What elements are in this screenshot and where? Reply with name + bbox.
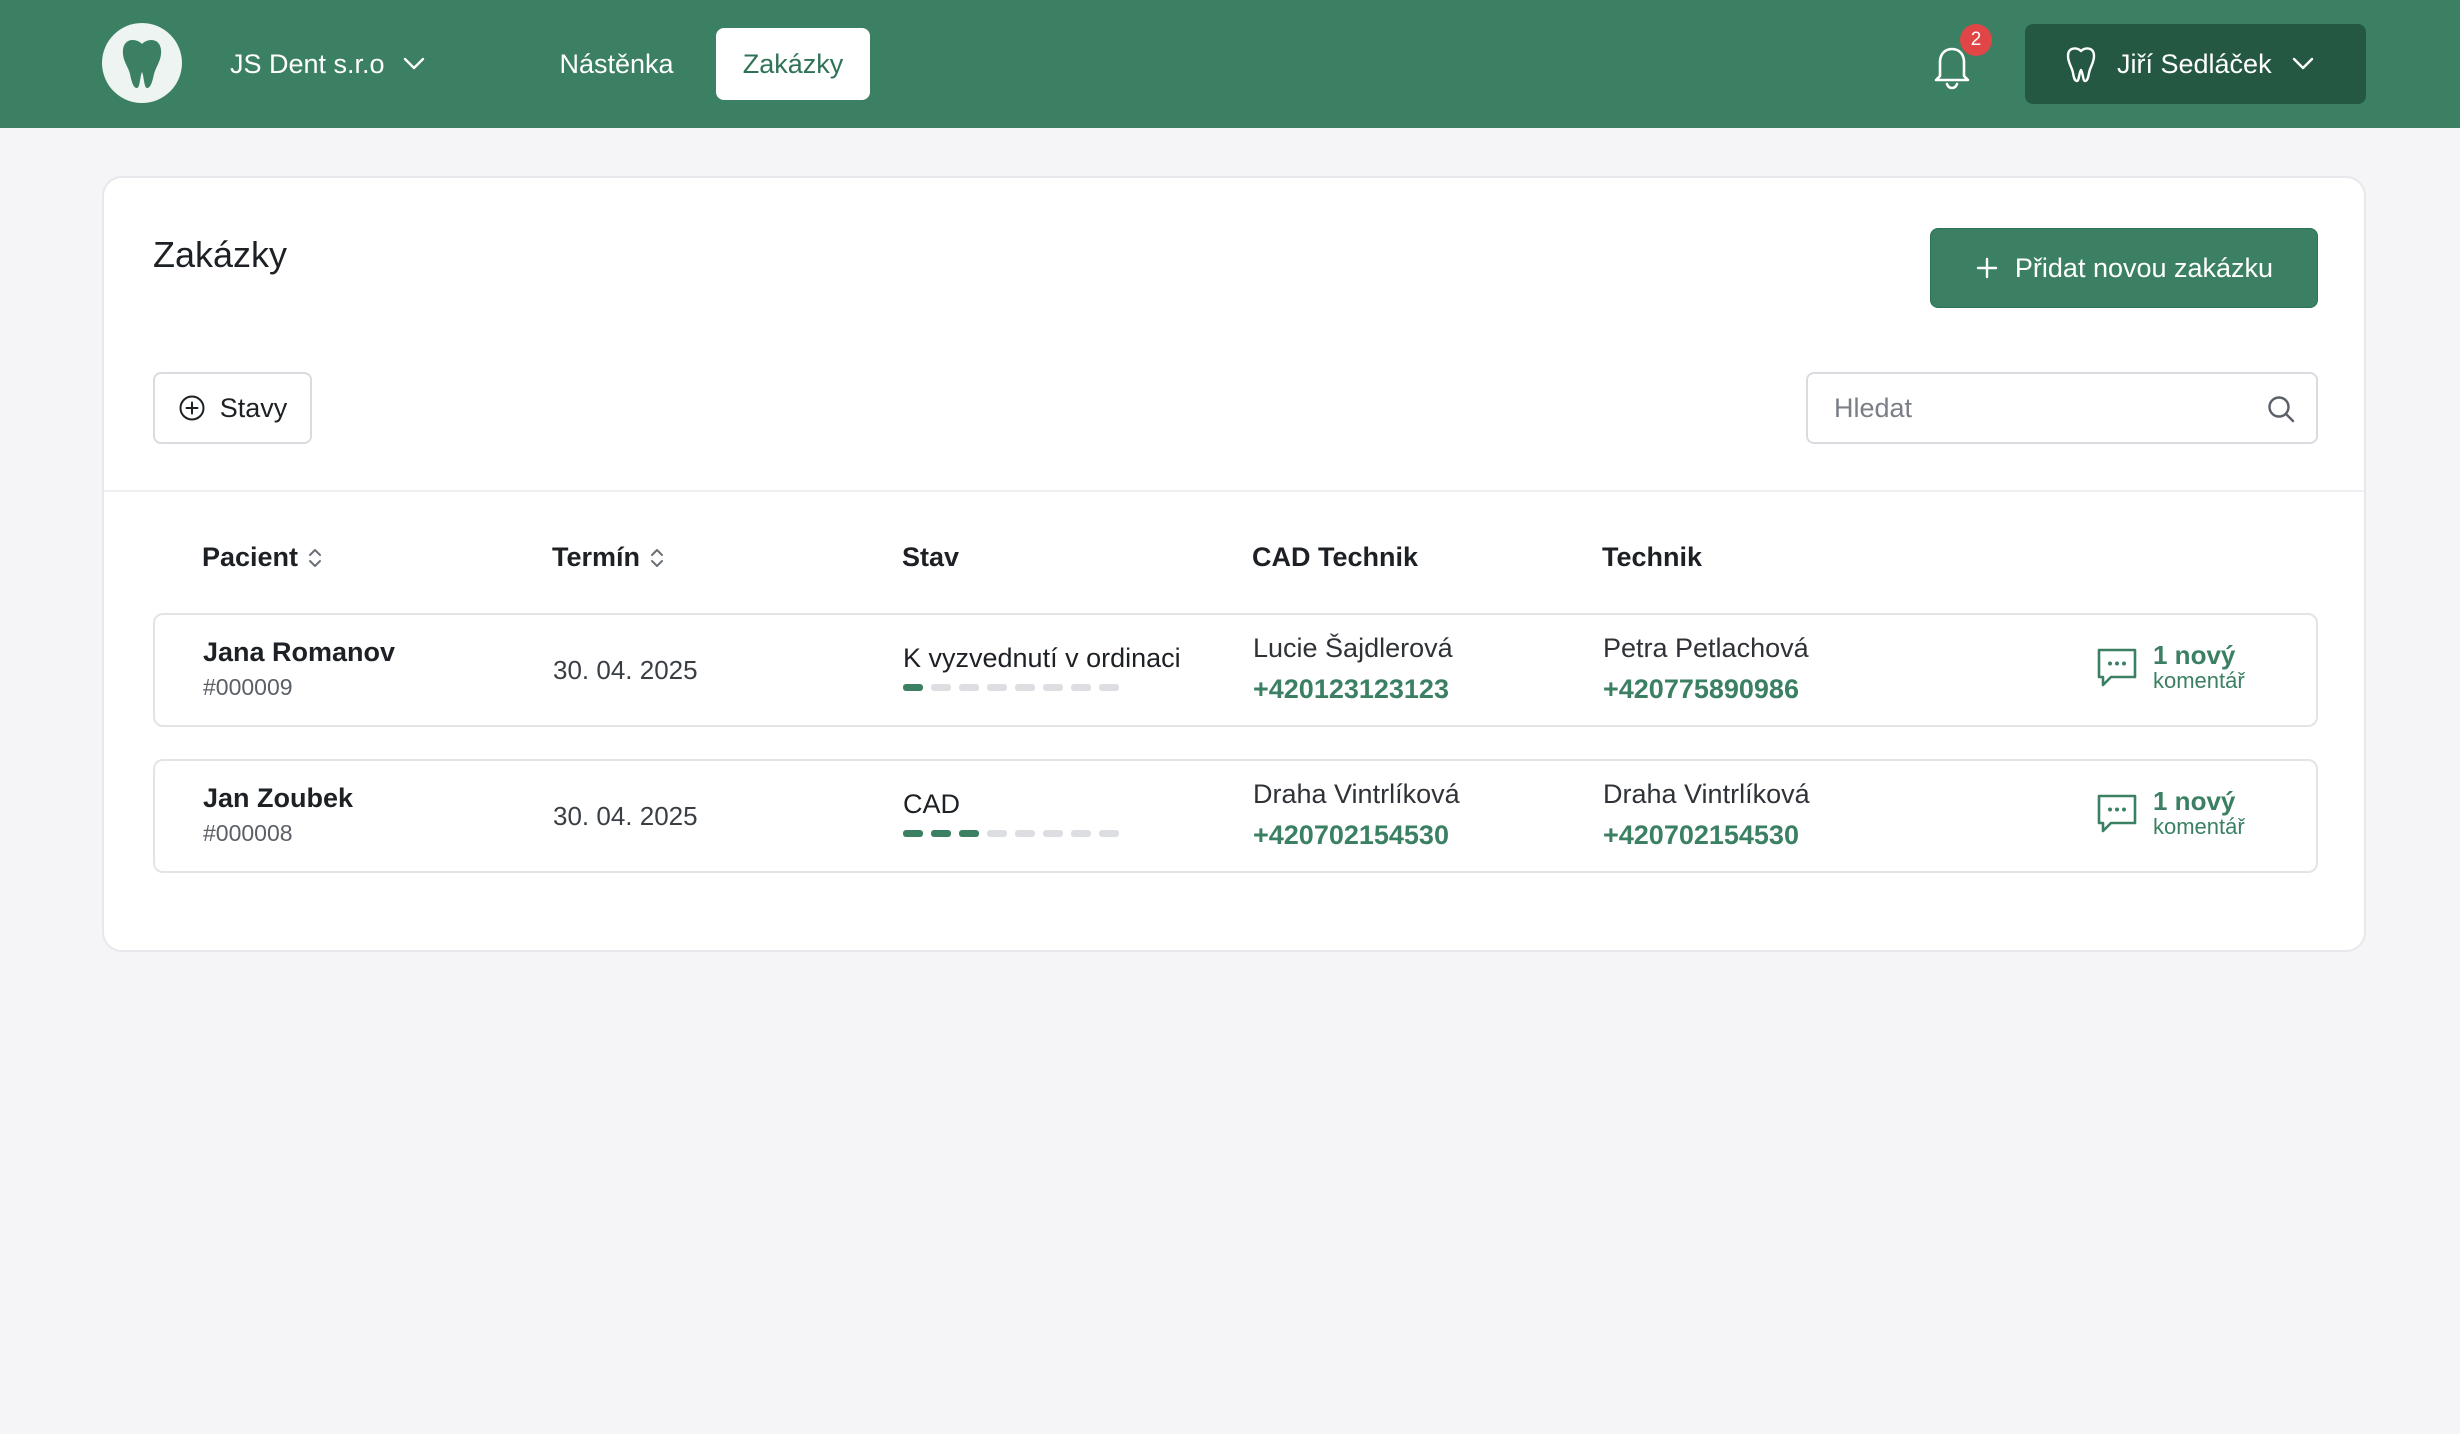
chat-bubble-icon — [2097, 794, 2137, 833]
technician-name: Draha Vintrlíková — [1603, 779, 1810, 809]
progress-step-pending — [987, 684, 1007, 691]
column-header-label: Pacient — [202, 542, 299, 572]
nav-nastenka[interactable]: Nástěnka — [534, 28, 699, 100]
tooth-logo-icon — [122, 40, 162, 88]
notification-badge: 2 — [1960, 24, 1992, 56]
column-header-label: Technik — [1602, 542, 1703, 572]
sort-icon — [651, 548, 664, 567]
status-cell: K vyzvednutí v ordinaci — [903, 643, 1181, 691]
search-input[interactable] — [1808, 374, 2248, 442]
technician-phone[interactable]: +420702154530 — [1603, 820, 1810, 851]
chevron-down-icon — [403, 57, 424, 70]
progress-step-pending — [1043, 684, 1063, 691]
status-filter-label: Stavy — [219, 392, 288, 423]
status-label: K vyzvednutí v ordinaci — [903, 643, 1181, 673]
cad-technician-phone[interactable]: +420123123123 — [1253, 674, 1453, 705]
comment-label: komentář — [2153, 814, 2245, 839]
progress-step-done — [903, 830, 923, 837]
table-row[interactable]: Jan Zoubek #000008 30. 04. 2025 CAD Drah… — [153, 759, 2318, 873]
status-label: CAD — [903, 789, 961, 819]
progress-step-pending — [1071, 830, 1091, 837]
comments-link[interactable]: 1 nový komentář — [2095, 787, 2245, 839]
progress-step-pending — [987, 830, 1007, 837]
divider — [104, 490, 2364, 492]
progress-step-pending — [1015, 830, 1035, 837]
column-header-technik: Technik — [1602, 542, 1702, 573]
nav-zakazky[interactable]: Zakázky — [716, 28, 870, 100]
patient-name: Jan Zoubek — [203, 783, 354, 813]
patient-cell: Jana Romanov #000009 — [203, 637, 395, 701]
plus-icon — [1976, 257, 1998, 279]
top-bar: JS Dent s.r.o Nástěnka Zakázky 2 Jiří Se… — [0, 0, 2460, 128]
cad-technician-phone[interactable]: +420702154530 — [1253, 820, 1460, 851]
column-header-pacient[interactable]: Pacient — [202, 542, 322, 573]
progress-step-done — [959, 830, 979, 837]
status-filter-button[interactable]: Stavy — [153, 372, 312, 444]
column-header-termin[interactable]: Termín — [552, 542, 664, 573]
column-header-cad-technik: CAD Technik — [1252, 542, 1418, 573]
cad-technician-name: Lucie Šajdlerová — [1253, 633, 1453, 663]
chat-bubble-icon — [2097, 648, 2137, 687]
add-order-button[interactable]: Přidat novou zakázku — [1930, 228, 2318, 308]
progress-step-pending — [959, 684, 979, 691]
orders-card: Zakázky Přidat novou zakázku Stavy Pacie… — [102, 176, 2366, 952]
status-cell: CAD — [903, 789, 1119, 837]
technician-cell: Petra Petlachová +420775890986 — [1603, 633, 1809, 705]
patient-cell: Jan Zoubek #000008 — [203, 783, 353, 847]
plus-circle-icon — [179, 395, 205, 421]
company-switcher[interactable]: JS Dent s.r.o — [230, 44, 425, 84]
table-row[interactable]: Jana Romanov #000009 30. 04. 2025 K vyzv… — [153, 613, 2318, 727]
comments-link[interactable]: 1 nový komentář — [2095, 641, 2245, 693]
progress-step-pending — [931, 684, 951, 691]
company-name: JS Dent s.r.o — [230, 48, 385, 79]
status-progress — [903, 684, 1181, 691]
user-name: Jiří Sedláček — [2117, 48, 2272, 79]
user-menu-button[interactable]: Jiří Sedláček — [2025, 24, 2366, 104]
technician-phone[interactable]: +420775890986 — [1603, 674, 1809, 705]
order-id: #000008 — [203, 820, 293, 846]
column-header-label: Termín — [552, 542, 641, 572]
comment-label: komentář — [2153, 668, 2245, 693]
comment-text: 1 nový komentář — [2153, 641, 2245, 693]
progress-step-pending — [1071, 684, 1091, 691]
order-date: 30. 04. 2025 — [553, 801, 698, 831]
page-title: Zakázky — [153, 234, 288, 275]
column-header-label: CAD Technik — [1252, 542, 1419, 572]
search-box — [1806, 372, 2318, 444]
comment-count: 1 nový — [2153, 640, 2236, 670]
progress-step-pending — [1043, 830, 1063, 837]
progress-step-pending — [1015, 684, 1035, 691]
progress-step-pending — [1099, 830, 1119, 837]
patient-name: Jana Romanov — [203, 637, 396, 667]
status-progress — [903, 830, 1119, 837]
technician-name: Petra Petlachová — [1603, 633, 1809, 663]
comment-count: 1 nový — [2153, 786, 2236, 816]
search-icon[interactable] — [2266, 394, 2296, 424]
add-order-label: Přidat novou zakázku — [2014, 252, 2274, 283]
cad-technician-cell: Draha Vintrlíková +420702154530 — [1253, 779, 1460, 851]
sort-icon — [309, 548, 322, 567]
progress-step-pending — [1099, 684, 1119, 691]
technician-cell: Draha Vintrlíková +420702154530 — [1603, 779, 1810, 851]
logo[interactable] — [102, 23, 182, 103]
progress-step-done — [931, 830, 951, 837]
order-date: 30. 04. 2025 — [553, 655, 698, 685]
chevron-down-icon — [2292, 57, 2313, 70]
order-id: #000009 — [203, 674, 293, 700]
cad-technician-cell: Lucie Šajdlerová +420123123123 — [1253, 633, 1453, 705]
cad-technician-name: Draha Vintrlíková — [1253, 779, 1460, 809]
column-header-stav: Stav — [902, 542, 959, 573]
progress-step-done — [903, 684, 923, 691]
comment-text: 1 nový komentář — [2153, 787, 2245, 839]
column-header-label: Stav — [902, 542, 960, 572]
tooth-icon — [2066, 47, 2096, 83]
